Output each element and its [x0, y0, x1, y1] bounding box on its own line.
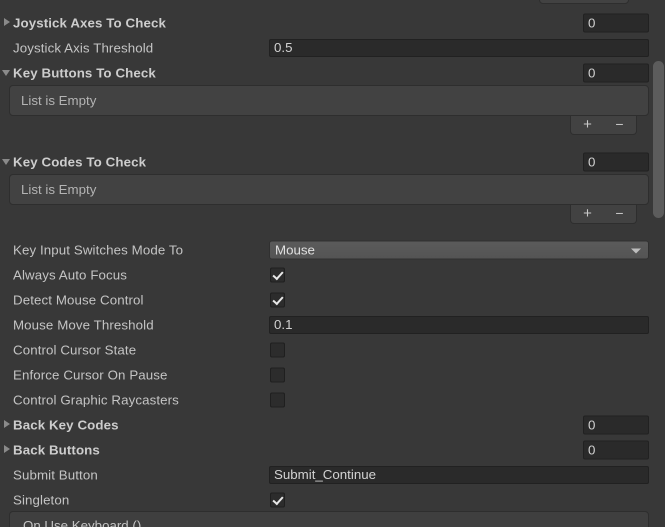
- foldout-triangle-right-icon[interactable]: [1, 419, 13, 431]
- property-row-joystick-axis-threshold: Joystick Axis Threshold 0.5: [0, 35, 665, 60]
- list-empty-label-key-buttons-list: List is Empty: [21, 93, 97, 108]
- property-label-submit-button: Submit Button: [13, 467, 98, 482]
- text-field-joystick-axis-threshold[interactable]: 0.5: [269, 38, 649, 57]
- on-use-keyboard-title: On Use Keyboard (): [23, 518, 142, 527]
- add-item-button-key-codes-list[interactable]: +: [571, 205, 604, 223]
- property-row-key-buttons-to-check: Key Buttons To Check 0: [0, 60, 665, 85]
- property-row-singleton: Singleton: [0, 487, 665, 512]
- foldout-triangle-down-icon[interactable]: [1, 67, 13, 79]
- property-row-mouse-move-threshold: Mouse Move Threshold 0.1: [0, 312, 665, 337]
- list-box-key-buttons-list: List is Empty: [9, 85, 649, 116]
- dropdown-key-input-switches-mode-to[interactable]: Mouse: [269, 240, 649, 259]
- property-label-mouse-move-threshold: Mouse Move Threshold: [13, 317, 154, 332]
- array-size-field-back-key-codes[interactable]: 0: [583, 415, 649, 434]
- checkbox-detect-mouse-control[interactable]: [270, 292, 285, 307]
- remove-item-button-key-buttons-list[interactable]: −: [603, 116, 636, 134]
- text-field-submit-button[interactable]: Submit_Continue: [269, 465, 649, 484]
- list-footer-key-buttons-list: + −: [570, 116, 637, 135]
- property-label-control-graphic-raycasters: Control Graphic Raycasters: [13, 392, 179, 407]
- list-box-key-codes-list: List is Empty: [9, 174, 649, 205]
- array-size-field-key-buttons-to-check[interactable]: 0: [583, 63, 649, 82]
- remove-item-button-key-codes-list[interactable]: −: [603, 205, 636, 223]
- property-label-singleton: Singleton: [13, 492, 70, 507]
- property-label-key-codes-to-check: Key Codes To Check: [13, 154, 147, 169]
- text-field-mouse-move-threshold[interactable]: 0.1: [269, 315, 649, 334]
- property-row-submit-button: Submit Button Submit_Continue: [0, 462, 665, 487]
- checkbox-singleton[interactable]: [270, 492, 285, 507]
- property-label-key-buttons-to-check: Key Buttons To Check: [13, 65, 156, 80]
- checkbox-enforce-cursor-on-pause[interactable]: [270, 367, 285, 382]
- property-row-key-codes-to-check: Key Codes To Check 0: [0, 149, 665, 174]
- property-row-back-key-codes: Back Key Codes 0: [0, 412, 665, 437]
- property-label-joystick-axes-to-check: Joystick Axes To Check: [13, 15, 166, 30]
- property-row-joystick-axes-to-check: Joystick Axes To Check 0: [0, 10, 665, 35]
- property-label-joystick-axis-threshold: Joystick Axis Threshold: [13, 40, 154, 55]
- foldout-triangle-down-icon[interactable]: [1, 156, 13, 168]
- list-footer-key-codes-list: + −: [570, 205, 637, 224]
- vertical-scrollbar-thumb[interactable]: [653, 61, 664, 218]
- array-size-field-back-buttons[interactable]: 0: [583, 440, 649, 459]
- chevron-down-icon: [631, 248, 641, 253]
- foldout-triangle-right-icon[interactable]: [1, 17, 13, 29]
- inspector-panel: Joystick Axes To Check 0 Joystick Axis Thr…: [0, 0, 665, 527]
- checkbox-control-cursor-state[interactable]: [270, 342, 285, 357]
- vertical-scrollbar-track[interactable]: [652, 0, 665, 527]
- property-row-control-cursor-state: Control Cursor State: [0, 337, 665, 362]
- property-label-key-input-switches-mode-to: Key Input Switches Mode To: [13, 242, 184, 257]
- property-row-always-auto-focus: Always Auto Focus: [0, 262, 665, 287]
- on-use-keyboard-event-box[interactable]: On Use Keyboard (): [9, 511, 649, 527]
- property-label-detect-mouse-control: Detect Mouse Control: [13, 292, 144, 307]
- property-row-detect-mouse-control: Detect Mouse Control: [0, 287, 665, 312]
- property-label-back-key-codes: Back Key Codes: [13, 417, 119, 432]
- property-row-enforce-cursor-on-pause: Enforce Cursor On Pause: [0, 362, 665, 387]
- list-footer-partial-top: [539, 0, 629, 4]
- checkbox-always-auto-focus[interactable]: [270, 267, 285, 282]
- dropdown-value-key-input-switches-mode-to: Mouse: [275, 242, 315, 257]
- property-label-back-buttons: Back Buttons: [13, 442, 100, 457]
- array-size-field-key-codes-to-check[interactable]: 0: [583, 152, 649, 171]
- foldout-triangle-right-icon[interactable]: [1, 444, 13, 456]
- list-empty-label-key-codes-list: List is Empty: [21, 182, 97, 197]
- checkbox-control-graphic-raycasters[interactable]: [270, 392, 285, 407]
- property-row-key-input-switches-mode-to: Key Input Switches Mode To Mouse: [0, 237, 665, 262]
- property-label-control-cursor-state: Control Cursor State: [13, 342, 137, 357]
- property-row-back-buttons: Back Buttons 0: [0, 437, 665, 462]
- array-size-field-joystick-axes-to-check[interactable]: 0: [583, 13, 649, 32]
- property-row-control-graphic-raycasters: Control Graphic Raycasters: [0, 387, 665, 412]
- property-label-always-auto-focus: Always Auto Focus: [13, 267, 128, 282]
- property-label-enforce-cursor-on-pause: Enforce Cursor On Pause: [13, 367, 168, 382]
- add-item-button-key-buttons-list[interactable]: +: [571, 116, 604, 134]
